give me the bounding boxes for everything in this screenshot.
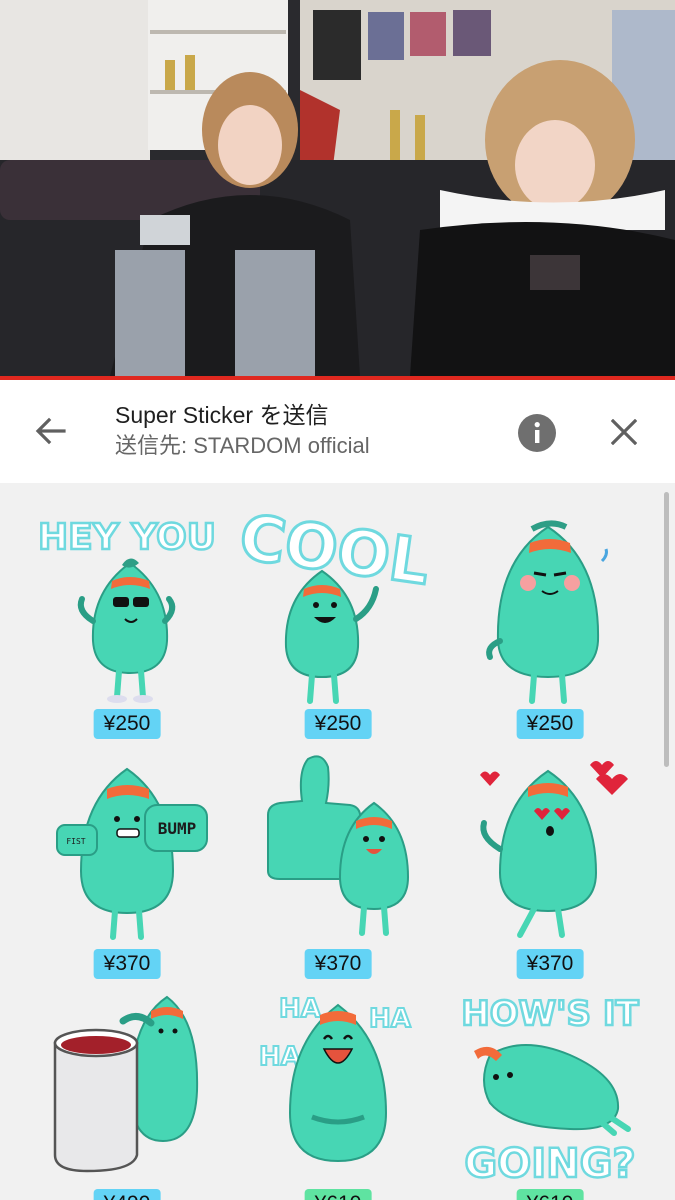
sticker-mug[interactable]: ¥490 xyxy=(27,981,227,1200)
sticker-fist-bump[interactable]: BUMP FIST ¥370 xyxy=(27,741,227,979)
sticker-caption-art: HOW'S IT xyxy=(461,994,639,1034)
sticker-cool[interactable]: COOL ¥250 xyxy=(238,501,438,739)
sticker-thumbs-up-image xyxy=(267,755,410,936)
sticker-hey-you[interactable]: HEY YOU ¥250 xyxy=(27,501,227,739)
close-button[interactable] xyxy=(604,412,644,452)
sticker-price: ¥250 xyxy=(304,709,372,739)
sticker-hearts[interactable]: ¥370 xyxy=(450,741,650,979)
sticker-price: ¥250 xyxy=(516,709,584,739)
sticker-price: ¥370 xyxy=(516,949,584,979)
recipient-label: 送信先: STARDOM official xyxy=(115,433,370,458)
sticker-hows-it-going[interactable]: HOW'S IT GOING? ¥610 xyxy=(450,981,650,1200)
video-frame xyxy=(0,0,675,376)
sticker-caption-art: HA xyxy=(369,1004,411,1034)
sticker-grid[interactable]: HEY YOU ¥250 COOL ¥250 ¥250 BUMP FIST ¥3… xyxy=(0,483,675,1200)
page-title: Super Sticker を送信 xyxy=(115,402,329,428)
sticker-blush-image xyxy=(486,520,608,704)
sticker-hearts-image xyxy=(480,761,628,938)
super-sticker-screen: Super Sticker を送信 送信先: STARDOM official … xyxy=(0,0,675,1200)
arrow-left-icon xyxy=(35,417,66,445)
sticker-price: ¥370 xyxy=(304,949,372,979)
sticker-grid-scrollbar[interactable] xyxy=(664,492,669,767)
info-icon[interactable] xyxy=(516,412,558,454)
sticker-header: Super Sticker を送信 送信先: STARDOM official xyxy=(0,380,675,483)
sticker-hey-you-image: HEY YOU xyxy=(37,516,217,703)
header-titles: Super Sticker を送信 送信先: STARDOM official xyxy=(115,400,370,461)
sticker-price: ¥250 xyxy=(93,709,161,739)
sticker-caption-art: GOING? xyxy=(464,1141,635,1187)
sticker-thumbs-up[interactable]: ¥370 xyxy=(238,741,438,979)
back-button[interactable] xyxy=(22,408,78,454)
sticker-price: ¥610 xyxy=(304,1189,372,1200)
sticker-caption-art: HA xyxy=(279,994,321,1024)
sticker-caption-art: HEY YOU xyxy=(38,517,216,558)
sticker-caption-art: HA xyxy=(259,1042,301,1072)
sticker-price: ¥490 xyxy=(93,1189,161,1200)
sticker-price: ¥370 xyxy=(93,949,161,979)
sticker-fist-bump-image: BUMP FIST xyxy=(56,767,208,940)
sticker-blush[interactable]: ¥250 xyxy=(450,501,650,739)
sticker-price: ¥610 xyxy=(516,1189,584,1200)
close-icon xyxy=(611,419,637,445)
sticker-hows-it-going-image: HOW'S IT GOING? xyxy=(460,993,641,1189)
sticker-ha-ha-image: HA HA HA xyxy=(258,993,412,1163)
sticker-ha-ha[interactable]: HA HA HA ¥610 xyxy=(238,981,438,1200)
sticker-mug-image xyxy=(53,995,199,1173)
sticker-caption-art: BUMP xyxy=(158,819,197,838)
sticker-caption-art: FIST xyxy=(66,837,85,846)
video-player[interactable] xyxy=(0,0,675,376)
sticker-cool-image: COOL xyxy=(238,501,435,704)
